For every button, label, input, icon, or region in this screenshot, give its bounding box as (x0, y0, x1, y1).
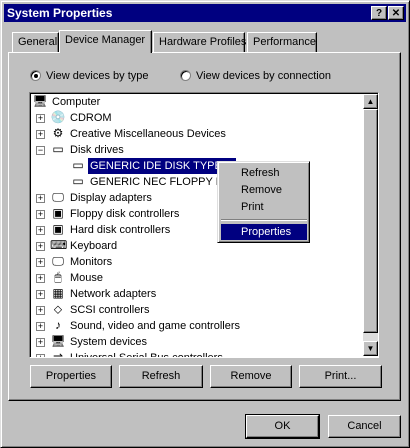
tree-item-floppy[interactable]: + ▣ Floppy disk controllers (30, 206, 370, 222)
expand-icon[interactable]: + (36, 354, 45, 357)
close-button[interactable]: ✕ (388, 6, 404, 20)
disk-drive-icon: ▭ (52, 142, 64, 156)
tree-item-network[interactable]: + ▦ Network adapters (30, 286, 370, 302)
radio-unchecked-icon (180, 70, 191, 81)
network-icon: ▦ (52, 286, 64, 300)
tree-item-monitors[interactable]: + 🖵 Monitors (30, 254, 370, 270)
disk-drive-icon: ▭ (72, 174, 84, 188)
collapse-icon[interactable]: − (36, 146, 45, 155)
expand-icon[interactable]: + (36, 194, 45, 203)
context-menu: Refresh Remove Print Properties (217, 161, 310, 243)
expand-icon[interactable]: + (36, 242, 45, 251)
properties-button[interactable]: Properties (30, 365, 112, 388)
title-bar[interactable]: System Properties ? ✕ (4, 4, 406, 22)
tree-item-label: SCSI controllers (70, 304, 150, 316)
expand-icon[interactable]: + (36, 130, 45, 139)
tree-item-label: Universal Serial Bus controllers (70, 352, 223, 358)
keyboard-icon: ⌨ (50, 238, 68, 252)
expand-icon[interactable]: + (36, 210, 45, 219)
help-button[interactable]: ? (371, 6, 387, 20)
disk-drive-icon: ▭ (72, 158, 84, 172)
tree-item-usb[interactable]: + ⇌ Universal Serial Bus controllers (30, 350, 370, 358)
expand-icon[interactable]: + (36, 338, 45, 347)
tree-item-label: Floppy disk controllers (70, 208, 180, 220)
tree-item-label: Keyboard (70, 240, 118, 252)
view-by-type-radio[interactable]: View devices by type (30, 69, 149, 83)
scsi-icon: ⬦ (53, 302, 63, 316)
sound-icon: ♪ (55, 318, 61, 332)
tree-item-disk-drives[interactable]: − ▭ Disk drives (30, 142, 370, 158)
tree-item-label: System devices (70, 336, 148, 348)
tree-item-label: Monitors (70, 256, 113, 268)
tree-item-label: Network adapters (70, 288, 157, 300)
tree-item-system[interactable]: + 🖥 System devices (30, 334, 370, 350)
expand-icon[interactable]: + (36, 306, 45, 315)
menu-separator (221, 219, 307, 221)
scroll-thumb[interactable] (363, 109, 378, 333)
view-by-connection-radio[interactable]: View devices by connection (180, 69, 331, 83)
tree-item-sound[interactable]: + ♪ Sound, video and game controllers (30, 318, 370, 334)
tab-performance[interactable]: Performance (247, 32, 317, 52)
remove-button[interactable]: Remove (210, 365, 292, 388)
tree-item-label-selected: GENERIC IDE DISK TYPE47 (86, 157, 238, 175)
tree-item-label: Sound, video and game controllers (70, 320, 240, 332)
tree-item-label: Display adapters (70, 192, 152, 204)
view-by-type-label: View devices by type (46, 70, 149, 82)
device-icon: ⚙ (52, 126, 64, 140)
tree-item-scsi[interactable]: + ⬦ SCSI controllers (30, 302, 370, 318)
tree-item-generic-nec[interactable]: ▭ GENERIC NEC FLOPPY DISK (30, 174, 370, 190)
tab-device-manager[interactable]: Device Manager (59, 30, 152, 53)
cdrom-icon: 💿 (50, 110, 66, 124)
tree-item-label: Hard disk controllers (70, 224, 171, 236)
expand-icon[interactable]: + (36, 274, 45, 283)
menu-item-remove[interactable]: Remove (221, 182, 307, 198)
window-title: System Properties (7, 6, 113, 20)
radio-checked-icon (30, 70, 41, 81)
system-properties-window: System Properties ? ✕ General Device Man… (0, 0, 410, 448)
expand-icon[interactable]: + (36, 258, 45, 267)
tree-scrollbar[interactable]: ▲ ▼ (363, 94, 378, 356)
tree-item-display[interactable]: + 🖵 Display adapters (30, 190, 370, 206)
device-tree[interactable]: 🖥 Computer + 💿 CDROM + ⚙ Creative Miscel… (29, 92, 379, 358)
view-by-connection-label: View devices by connection (196, 70, 331, 82)
tab-general[interactable]: General (12, 32, 59, 52)
refresh-button[interactable]: Refresh (119, 365, 203, 388)
tree-item-label: CDROM (70, 112, 112, 124)
expand-icon[interactable]: + (36, 322, 45, 331)
tree-item-keyboard[interactable]: + ⌨ Keyboard (30, 238, 370, 254)
expand-icon[interactable]: + (36, 290, 45, 299)
tree-item-mouse[interactable]: + 🖱 Mouse (30, 270, 370, 286)
scroll-up-icon[interactable]: ▲ (363, 94, 378, 109)
tree-item-hdd-controllers[interactable]: + ▣ Hard disk controllers (30, 222, 370, 238)
mouse-icon: 🖱 (54, 270, 62, 284)
display-icon: 🖵 (52, 190, 64, 204)
tab-hardware-profiles[interactable]: Hardware Profiles (153, 32, 246, 52)
ok-button[interactable]: OK (245, 414, 320, 439)
tree-item-generic-ide[interactable]: ▭ GENERIC IDE DISK TYPE47 (30, 157, 370, 175)
tree-item-label: Disk drives (70, 144, 124, 156)
system-icon: 🖥 (50, 334, 66, 348)
tree-item-label: Creative Miscellaneous Devices (70, 128, 226, 140)
expand-icon[interactable]: + (36, 114, 45, 123)
tree-root-label: Computer (52, 96, 101, 108)
usb-icon: ⇌ (52, 350, 64, 358)
computer-icon: 🖥 (32, 94, 48, 108)
tree-item-label: Mouse (70, 272, 104, 284)
tree-item-creative[interactable]: + ⚙ Creative Miscellaneous Devices (30, 126, 370, 142)
tree-item-cdrom[interactable]: + 💿 CDROM (30, 110, 370, 126)
floppy-icon: ▣ (52, 206, 64, 220)
menu-item-properties[interactable]: Properties (221, 224, 307, 240)
menu-item-print[interactable]: Print (221, 199, 307, 215)
menu-item-refresh[interactable]: Refresh (221, 165, 307, 181)
cancel-button[interactable]: Cancel (328, 415, 401, 438)
scroll-down-icon[interactable]: ▼ (363, 341, 378, 356)
print-button[interactable]: Print... (299, 365, 382, 388)
controller-icon: ▣ (52, 222, 64, 236)
monitor-icon: 🖵 (52, 254, 64, 268)
expand-icon[interactable]: + (36, 226, 45, 235)
